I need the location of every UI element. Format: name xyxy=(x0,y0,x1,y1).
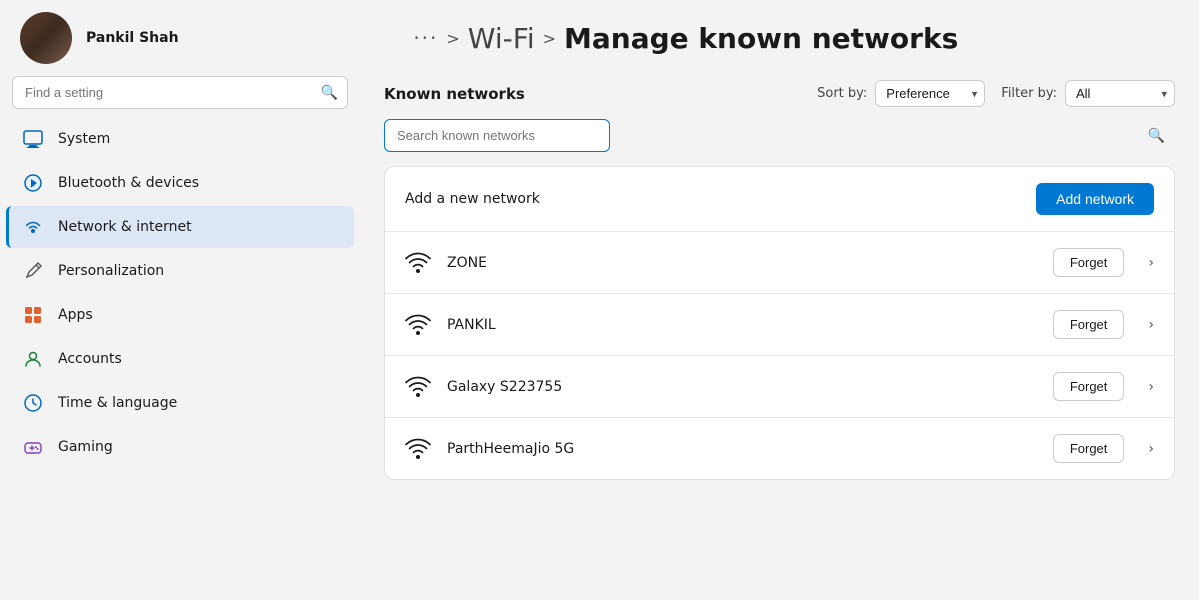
content-area: Known networks Sort by: Preference Name … xyxy=(360,76,1199,600)
breadcrumb-dots: ··· xyxy=(413,26,438,50)
breadcrumb: ··· > Wi-Fi > Manage known networks xyxy=(193,22,1179,55)
sidebar-label-accounts: Accounts xyxy=(58,351,122,367)
network-name: PANKIL xyxy=(447,317,1037,333)
filter-by-label: Filter by: xyxy=(1001,86,1057,101)
sidebar-label-time: Time & language xyxy=(58,395,177,411)
forget-button[interactable]: Forget xyxy=(1053,434,1125,463)
gaming-icon xyxy=(22,436,44,458)
search-input[interactable] xyxy=(12,76,348,109)
sidebar: 🔍 System Bluetooth & devices Network & i… xyxy=(0,76,360,600)
bluetooth-icon xyxy=(22,172,44,194)
sidebar-item-personalization[interactable]: Personalization xyxy=(6,250,354,292)
table-row: Galaxy S223755 Forget › xyxy=(385,356,1174,418)
sidebar-item-network[interactable]: Network & internet xyxy=(6,206,354,248)
sidebar-label-bluetooth: Bluetooth & devices xyxy=(58,175,199,191)
sort-dropdown-wrapper: Preference Name Date ▾ xyxy=(875,80,985,107)
search-networks-row: 🔍 xyxy=(384,119,1175,152)
avatar xyxy=(20,12,72,64)
personalization-icon xyxy=(22,260,44,282)
sidebar-item-system[interactable]: System xyxy=(6,118,354,160)
networks-list: Add a new network Add network ZONE Forge… xyxy=(384,166,1175,480)
network-name: ParthHeemaJio 5G xyxy=(447,441,1037,457)
forget-button[interactable]: Forget xyxy=(1053,372,1125,401)
sort-by-group: Sort by: Preference Name Date ▾ xyxy=(817,80,985,107)
sort-dropdown[interactable]: Preference Name Date xyxy=(875,80,985,107)
breadcrumb-wifi: Wi-Fi xyxy=(468,22,535,55)
sidebar-label-system: System xyxy=(58,131,110,147)
sidebar-label-personalization: Personalization xyxy=(58,263,164,279)
sidebar-item-accounts[interactable]: Accounts xyxy=(6,338,354,380)
filter-by-group: Filter by: All Secured Open ▾ xyxy=(1001,80,1175,107)
chevron-right-icon: › xyxy=(1148,255,1154,271)
user-name: Pankil Shah xyxy=(86,30,179,46)
search-box: 🔍 xyxy=(12,76,348,109)
search-icon: 🔍 xyxy=(321,85,338,101)
table-row: ParthHeemaJio 5G Forget › xyxy=(385,418,1174,479)
accounts-icon xyxy=(22,348,44,370)
search-networks-input[interactable] xyxy=(384,119,610,152)
known-networks-header: Known networks Sort by: Preference Name … xyxy=(384,76,1175,107)
page-title: Manage known networks xyxy=(564,22,958,55)
sidebar-item-bluetooth[interactable]: Bluetooth & devices xyxy=(6,162,354,204)
breadcrumb-sep1: > xyxy=(446,29,459,48)
add-network-label: Add a new network xyxy=(405,191,1020,207)
network-icon xyxy=(22,216,44,238)
known-networks-title: Known networks xyxy=(384,85,525,103)
header: Pankil Shah ··· > Wi-Fi > Manage known n… xyxy=(0,0,1199,76)
sidebar-label-network: Network & internet xyxy=(58,219,192,235)
sort-filter-row: Sort by: Preference Name Date ▾ Filter b… xyxy=(817,80,1175,107)
wifi-icon xyxy=(405,438,431,460)
main-layout: 🔍 System Bluetooth & devices Network & i… xyxy=(0,76,1199,600)
forget-button[interactable]: Forget xyxy=(1053,310,1125,339)
sidebar-item-gaming[interactable]: Gaming xyxy=(6,426,354,468)
time-icon xyxy=(22,392,44,414)
sidebar-label-gaming: Gaming xyxy=(58,439,113,455)
table-row: PANKIL Forget › xyxy=(385,294,1174,356)
chevron-right-icon: › xyxy=(1148,317,1154,333)
network-name: Galaxy S223755 xyxy=(447,379,1037,395)
chevron-right-icon: › xyxy=(1148,379,1154,395)
search-networks-icon: 🔍 xyxy=(1148,128,1165,144)
network-name: ZONE xyxy=(447,255,1037,271)
chevron-right-icon: › xyxy=(1148,441,1154,457)
sort-by-label: Sort by: xyxy=(817,86,867,101)
wifi-icon xyxy=(405,314,431,336)
table-row: ZONE Forget › xyxy=(385,232,1174,294)
wifi-icon xyxy=(405,376,431,398)
sidebar-item-time[interactable]: Time & language xyxy=(6,382,354,424)
add-network-button[interactable]: Add network xyxy=(1036,183,1154,215)
wifi-icon xyxy=(405,252,431,274)
filter-dropdown[interactable]: All Secured Open xyxy=(1065,80,1175,107)
breadcrumb-sep2: > xyxy=(543,29,556,48)
search-networks-wrapper: 🔍 xyxy=(384,119,1175,152)
sidebar-item-apps[interactable]: Apps xyxy=(6,294,354,336)
system-icon xyxy=(22,128,44,150)
apps-icon xyxy=(22,304,44,326)
add-network-row: Add a new network Add network xyxy=(385,167,1174,232)
sidebar-label-apps: Apps xyxy=(58,307,93,323)
filter-dropdown-wrapper: All Secured Open ▾ xyxy=(1065,80,1175,107)
forget-button[interactable]: Forget xyxy=(1053,248,1125,277)
